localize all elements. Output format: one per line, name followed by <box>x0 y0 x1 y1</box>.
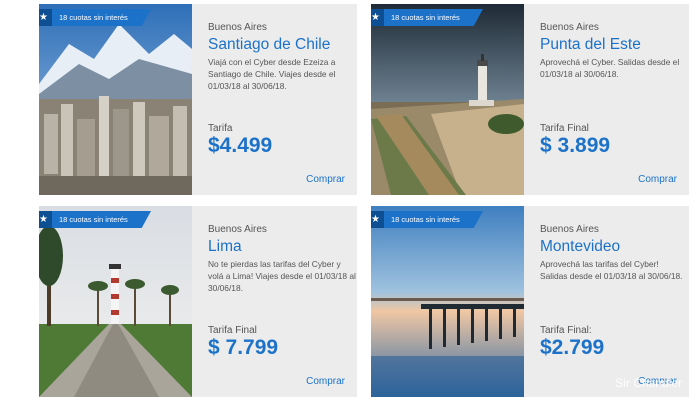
buy-link[interactable]: Comprar <box>638 174 677 185</box>
destination-photo <box>39 4 192 195</box>
buy-link[interactable]: Comprar <box>306 174 345 185</box>
destination-title: Punta del Este <box>540 36 641 53</box>
destination-photo <box>371 4 524 195</box>
offer-card-santiago[interactable]: ★ 18 cuotas sin interés Buenos Aires San… <box>39 4 357 195</box>
price-label: Tarifa Final <box>208 325 257 336</box>
origin-label: Buenos Aires <box>540 22 599 33</box>
star-icon: ★ <box>371 9 384 26</box>
price-value: $ 3.899 <box>540 134 611 157</box>
offer-card-montevideo[interactable]: ★ 18 cuotas sin interés Buenos Aires Mon… <box>371 206 689 397</box>
origin-label: Buenos Aires <box>208 224 267 235</box>
destination-title: Lima <box>208 238 242 255</box>
badge-label: 18 cuotas sin interés <box>59 215 128 224</box>
badge-label: 18 cuotas sin interés <box>59 13 128 22</box>
installments-badge: ★ 18 cuotas sin interés <box>39 9 151 26</box>
offer-card-lima[interactable]: ★ 18 cuotas sin interés Buenos Aires Lim… <box>39 206 357 397</box>
offer-description: Viajá con el Cyber desde Ezeiza a Santia… <box>208 57 336 91</box>
offer-card-punta-del-este[interactable]: ★ 18 cuotas sin interés Buenos Aires Pun… <box>371 4 689 195</box>
price-label: Tarifa <box>208 123 233 134</box>
price-value: $ 7.799 <box>208 336 279 359</box>
price-value: $2.799 <box>540 336 605 359</box>
installments-badge: ★ 18 cuotas sin interés <box>371 211 483 228</box>
destination-title: Santiago de Chile <box>208 36 331 53</box>
offer-description: Aprovechá las tarifas del Cyber! Salidas… <box>540 259 683 281</box>
badge-label: 18 cuotas sin interés <box>391 215 460 224</box>
origin-label: Buenos Aires <box>540 224 599 235</box>
star-icon: ★ <box>371 211 384 228</box>
price-value: $4.499 <box>208 134 273 157</box>
installments-badge: ★ 18 cuotas sin interés <box>371 9 483 26</box>
destination-title: Montevideo <box>540 238 621 255</box>
price-label: Tarifa Final <box>540 123 589 134</box>
origin-label: Buenos Aires <box>208 22 267 33</box>
watermark: Sir Chandler <box>615 376 682 390</box>
star-icon: ★ <box>39 211 52 228</box>
destination-photo <box>371 206 524 397</box>
offer-description: Aprovechá el Cyber. Salidas desde el 01/… <box>540 57 680 79</box>
star-icon: ★ <box>39 9 52 26</box>
buy-link[interactable]: Comprar <box>306 376 345 387</box>
installments-badge: ★ 18 cuotas sin interés <box>39 211 151 228</box>
destination-photo <box>39 206 192 397</box>
price-label: Tarifa Final: <box>540 325 592 336</box>
offer-description: No te pierdas las tarifas del Cyber y vo… <box>208 259 356 293</box>
badge-label: 18 cuotas sin interés <box>391 13 460 22</box>
